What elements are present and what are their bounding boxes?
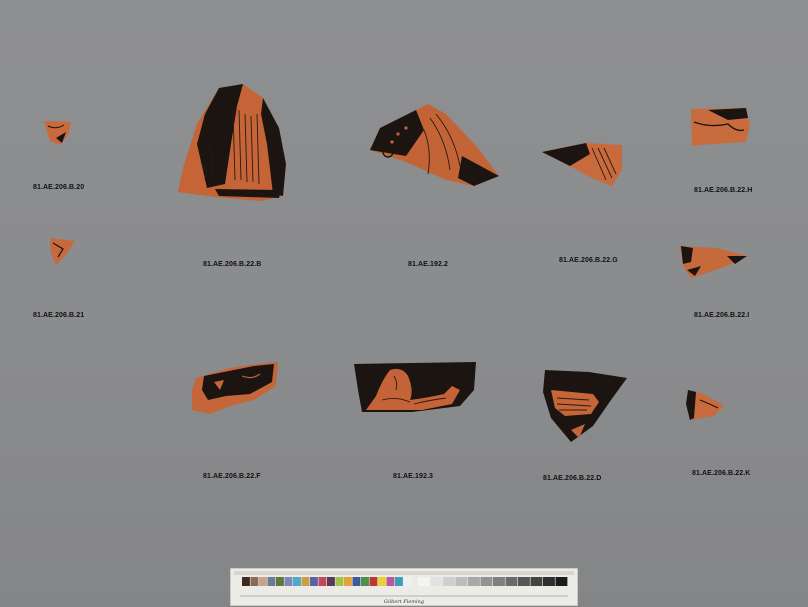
sherd-b22h	[691, 108, 750, 146]
sherd-b22i	[680, 246, 747, 278]
color-swatch	[369, 577, 378, 586]
color-swatch	[250, 577, 259, 586]
sherd-b22d	[543, 370, 627, 442]
label-b22b: 81.AE.206.B.22.B	[203, 261, 262, 268]
label-b22f: 81.AE.206.B.22.F	[203, 473, 261, 480]
label-ae192-2: 81.AE.192.2	[408, 261, 449, 268]
label-b22k: 81.AE.206.B.22.K	[692, 470, 751, 477]
sherd-b22k	[686, 390, 724, 420]
color-swatch	[267, 577, 276, 586]
gray-swatch	[518, 577, 530, 586]
gray-swatch	[493, 577, 505, 586]
color-swatch	[344, 577, 352, 586]
gray-swatch	[455, 577, 468, 586]
gray-swatch	[443, 577, 455, 586]
color-swatch	[361, 577, 369, 586]
color-swatch	[276, 577, 284, 586]
gray-swatch	[468, 577, 480, 586]
sherd-b22g	[542, 143, 622, 186]
color-swatch	[301, 577, 310, 586]
gray-swatch	[543, 577, 555, 586]
color-swatch	[259, 577, 267, 586]
label-b22h: 81.AE.206.B.22.H	[694, 187, 753, 194]
sherd-b20	[44, 121, 71, 145]
gray-swatch	[530, 577, 543, 586]
color-swatch	[352, 577, 361, 586]
gray-swatch	[480, 577, 493, 586]
color-swatch	[284, 577, 293, 586]
sherd-b22b	[178, 84, 286, 201]
chart-brand-text: Gilbert Fleming	[384, 599, 424, 605]
gray-swatch	[505, 577, 518, 586]
sherd-b22f	[192, 362, 278, 414]
label-b22d: 81.AE.206.B.22.D	[543, 475, 602, 482]
label-b20: 81.AE.206.B.20	[33, 184, 85, 191]
color-swatch	[327, 577, 335, 586]
color-swatch	[386, 577, 395, 586]
color-swatch	[378, 577, 386, 586]
label-ae192-3: 81.AE.192.3	[393, 473, 434, 480]
label-b21: 81.AE.206.B.21	[33, 312, 85, 319]
gray-swatch	[430, 577, 443, 586]
label-b22i: 81.AE.206.B.22.I	[694, 312, 750, 319]
color-swatch	[242, 577, 250, 586]
color-swatch	[403, 577, 412, 586]
sherd-ae192-3	[354, 362, 476, 412]
color-swatch	[293, 577, 301, 586]
color-calibration-chart: Gilbert Fleming	[230, 568, 578, 606]
color-swatch	[335, 577, 344, 586]
gray-swatch	[418, 577, 430, 586]
sherd-b21	[50, 238, 75, 265]
gray-swatch	[555, 577, 568, 586]
label-b22g: 81.AE.206.B.22.G	[559, 257, 618, 264]
sherd-ae192-2	[370, 104, 499, 186]
color-swatch	[318, 577, 327, 586]
color-swatch	[310, 577, 318, 586]
photo-stage: 81.AE.206.B.20 81.AE.206.B.21 81.AE.206.…	[0, 0, 808, 607]
color-swatch	[395, 577, 403, 586]
